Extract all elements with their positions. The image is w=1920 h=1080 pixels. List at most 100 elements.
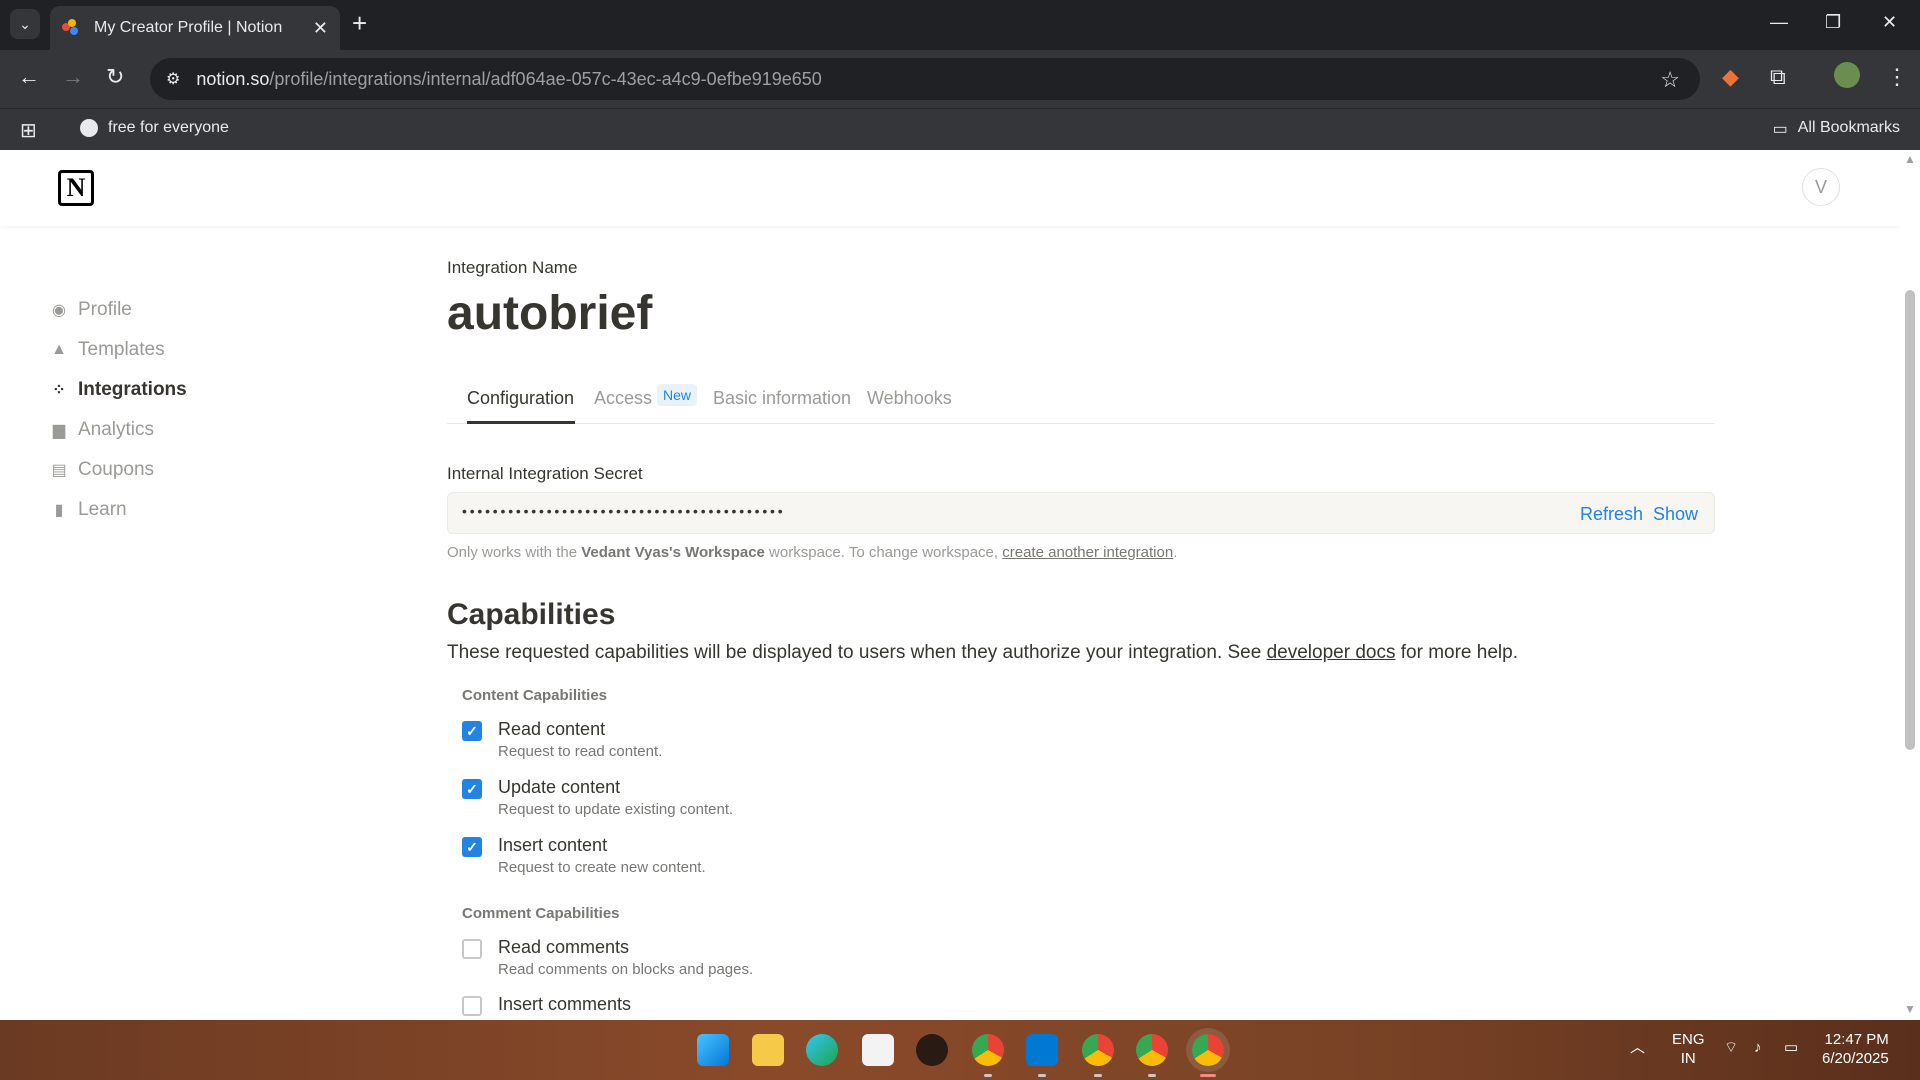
secret-field[interactable]: ••••••••••••••••••••••••••••••••••••••••… <box>447 492 1715 534</box>
tab-close-icon[interactable]: ✕ <box>313 18 328 39</box>
battery-icon[interactable]: ▭ <box>1784 1038 1798 1057</box>
close-window-icon[interactable]: ✕ <box>1882 12 1897 33</box>
checkbox[interactable]: ✓ <box>462 779 482 799</box>
capabilities-description: These requested capabilities will be dis… <box>447 642 1518 663</box>
sidebar-item-label: Templates <box>78 339 165 360</box>
vscode-icon[interactable] <box>1026 1034 1058 1066</box>
browser-tab-strip: ⌄ My Creator Profile | Notion ✕ + — ❐ ✕ <box>0 0 1920 50</box>
scroll-up-icon[interactable]: ▲ <box>1904 152 1916 166</box>
address-bar[interactable]: ⚙ notion.so/profile/integrations/interna… <box>150 58 1700 100</box>
browser-toolbar: ← → ↻ ⚙ notion.so/profile/integrations/i… <box>0 50 1920 108</box>
capability-description: Request to read content. <box>498 743 663 760</box>
active-tab-underline <box>467 421 575 424</box>
sidebar-item-label: Profile <box>78 299 132 320</box>
tab-access[interactable]: Access <box>594 388 652 409</box>
tab-configuration[interactable]: Configuration <box>467 388 574 409</box>
bookmark-star-icon[interactable]: ☆ <box>1660 67 1680 93</box>
notion-topbar: N V <box>0 150 1900 226</box>
back-icon[interactable]: ← <box>18 64 40 90</box>
volume-icon[interactable]: ♪ <box>1754 1038 1762 1057</box>
workspace-note: Only works with the Vedant Vyas's Worksp… <box>447 544 1178 561</box>
file-explorer-icon[interactable] <box>752 1034 784 1066</box>
sidebar-item-learn[interactable]: ▮ Learn <box>50 490 187 530</box>
new-tab-icon[interactable]: + <box>352 10 367 36</box>
tab-webhooks[interactable]: Webhooks <box>867 388 952 409</box>
capability-insert-content: ✓ Insert content Request to create new con… <box>462 831 1062 881</box>
capability-name: Read comments <box>498 937 630 957</box>
chrome-profile-icon[interactable] <box>1082 1034 1114 1066</box>
wifi-icon[interactable]: ⌔ <box>1724 1038 1738 1057</box>
user-avatar[interactable]: V <box>1802 168 1840 206</box>
chrome-active-icon[interactable] <box>1192 1034 1224 1066</box>
capability-name: Update content <box>498 777 621 797</box>
notion-page: N V ◉ Profile ▲ Templates ⁘ Integrations ▆ Anal… <box>0 150 1920 1020</box>
checkbox[interactable] <box>462 939 482 959</box>
capability-read-content: ✓ Read content Request to read content. <box>462 715 1062 765</box>
minimize-icon[interactable]: — <box>1770 12 1788 33</box>
integration-name: autobrief <box>447 287 653 340</box>
scroll-thumb[interactable] <box>1905 290 1915 750</box>
running-indicator <box>1148 1074 1156 1077</box>
windows-taskbar: ︿ ENG IN ⌔ ♪ ▭ 12:47 PM 6/20/2025 <box>0 1020 1920 1080</box>
tab-title: My Creator Profile | Notion <box>94 19 283 36</box>
apps-grid-icon[interactable]: ⊞ <box>20 118 37 143</box>
show-button[interactable]: Show <box>1653 504 1698 525</box>
capability-description: Read comments on blocks and pages. <box>498 961 754 978</box>
globe-icon <box>80 119 98 137</box>
edge-icon[interactable] <box>806 1034 838 1066</box>
sidebar-item-analytics[interactable]: ▆ Analytics <box>50 410 187 450</box>
restore-icon[interactable]: ❐ <box>1825 12 1841 33</box>
sidebar-item-templates[interactable]: ▲ Templates <box>50 330 187 370</box>
bookmarks-bar: ⊞ free for everyone ▭ All Bookmarks <box>0 108 1920 150</box>
sidebar-item-coupons[interactable]: ▤ Coupons <box>50 450 187 490</box>
reload-icon[interactable]: ↻ <box>106 64 124 90</box>
notion-favicon-icon <box>62 19 80 37</box>
folder-icon: ▭ <box>1772 121 1788 138</box>
sidebar-item-label: Integrations <box>78 379 187 400</box>
analytics-icon: ▆ <box>52 422 66 439</box>
secret-masked-value: ••••••••••••••••••••••••••••••••••••••••… <box>462 503 786 519</box>
active-indicator <box>1200 1074 1216 1077</box>
learn-icon: ▮ <box>54 502 64 519</box>
sidebar-item-label: Learn <box>78 499 127 520</box>
scroll-down-icon[interactable]: ▼ <box>1904 1002 1916 1016</box>
checkbox[interactable]: ✓ <box>462 837 482 857</box>
clock[interactable]: 12:47 PM 6/20/2025 <box>1822 1030 1889 1068</box>
new-badge: New <box>657 384 698 406</box>
chrome-profile-icon[interactable] <box>1136 1034 1168 1066</box>
sidebar-item-label: Coupons <box>78 459 155 480</box>
site-info-icon[interactable]: ⚙ <box>166 69 180 89</box>
refresh-button[interactable]: Refresh <box>1580 504 1643 525</box>
tab-basic-information[interactable]: Basic information <box>713 388 851 409</box>
tab-search-icon[interactable]: ⌄ <box>10 9 40 39</box>
extensions-puzzle-icon[interactable]: ⧉ <box>1770 64 1786 90</box>
profile-avatar[interactable] <box>1834 62 1860 88</box>
forward-icon[interactable]: → <box>62 64 84 90</box>
templates-icon: ▲ <box>51 341 67 358</box>
browser-tab[interactable]: My Creator Profile | Notion ✕ <box>50 6 340 50</box>
page-scrollbar[interactable]: ▲ ▼ <box>1900 150 1920 1020</box>
notion-logo[interactable]: N <box>58 170 94 206</box>
capability-name: Insert comments <box>498 994 632 1014</box>
game-app-icon[interactable] <box>916 1034 948 1066</box>
start-icon[interactable] <box>697 1034 729 1066</box>
developer-docs-link[interactable]: developer docs <box>1267 642 1396 663</box>
integrations-icon: ⁘ <box>52 382 66 399</box>
capability-read-comments: Read comments Read comments on blocks and… <box>462 933 1062 983</box>
profile-sidebar: ◉ Profile ▲ Templates ⁘ Integrations ▆ Analytic… <box>50 290 187 530</box>
extension-fox-icon[interactable]: ◆ <box>1722 64 1739 90</box>
bookmark-item[interactable]: free for everyone <box>80 119 229 137</box>
language-indicator[interactable]: ENG IN <box>1672 1030 1705 1068</box>
chrome-icon[interactable] <box>972 1034 1004 1066</box>
integration-name-label: Integration Name <box>447 258 578 277</box>
menu-kebab-icon[interactable]: ⋮ <box>1886 64 1908 90</box>
sidebar-item-profile[interactable]: ◉ Profile <box>50 290 187 330</box>
checkbox[interactable] <box>462 996 482 1016</box>
create-integration-link[interactable]: create another integration <box>1002 544 1173 561</box>
content-capabilities-label: Content Capabilities <box>462 687 608 704</box>
all-bookmarks[interactable]: ▭ All Bookmarks <box>1773 119 1900 139</box>
store-icon[interactable] <box>862 1034 894 1066</box>
checkbox[interactable]: ✓ <box>462 721 482 741</box>
tray-chevron-icon[interactable]: ︿ <box>1630 1038 1645 1057</box>
sidebar-item-integrations[interactable]: ⁘ Integrations <box>50 370 187 410</box>
